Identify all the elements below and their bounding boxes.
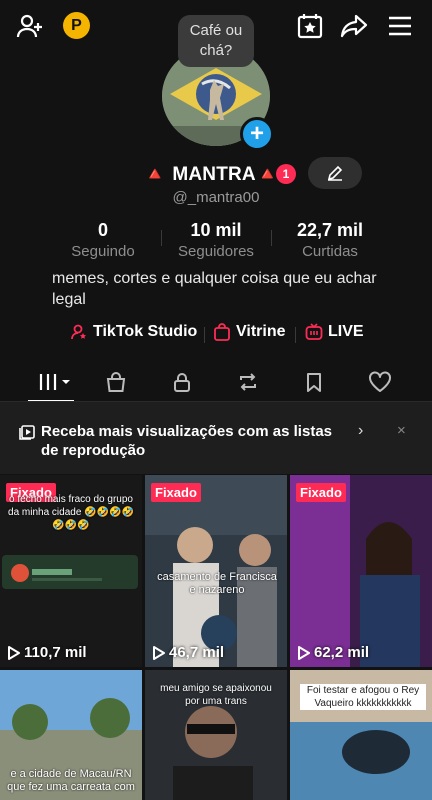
chevron-right-icon[interactable]: › xyxy=(358,422,363,440)
view-count-text: 62,2 mil xyxy=(314,644,370,661)
playlist-banner-text: Receba mais visualizações com as listas … xyxy=(41,423,332,459)
shop-bag-icon xyxy=(214,323,230,341)
video-caption: meu amigo se apaixonou por uma trans xyxy=(160,683,272,707)
display-name: 🔺 MANTRA🔺 xyxy=(143,164,280,185)
stat-value: 0 xyxy=(97,220,108,240)
link-divider xyxy=(295,327,296,343)
pencil-icon xyxy=(327,165,343,181)
profile-bio: memes, cortes e qualquer coisa que eu ac… xyxy=(52,270,377,308)
view-count-text: 110,7 mil xyxy=(24,644,87,661)
profile-links: TikTok Studio Vitrine LIVE xyxy=(0,323,432,347)
tab-videos-grid[interactable] xyxy=(34,366,74,398)
stat-label: Seguindo xyxy=(71,243,135,260)
video-thumbnail[interactable]: Fixado 62,2 mil xyxy=(290,475,432,667)
stat-following[interactable]: 0 Seguindo xyxy=(64,220,142,260)
link-divider xyxy=(204,327,205,343)
playlist-icon xyxy=(19,425,35,440)
tab-private[interactable] xyxy=(162,366,202,398)
bookmark-icon xyxy=(307,373,321,392)
tab-liked[interactable] xyxy=(360,366,400,398)
play-icon xyxy=(298,645,310,660)
username-handle: @_mantra00 xyxy=(172,189,260,206)
notification-badge[interactable]: 1 xyxy=(276,164,296,184)
content-tabs xyxy=(0,366,432,402)
share-icon[interactable] xyxy=(340,12,368,40)
tooltip-bubble[interactable]: Café ou chá? xyxy=(178,15,254,67)
video-caption: e a cidade de Macau/RN que fez uma carre… xyxy=(7,768,135,793)
tab-reposts[interactable] xyxy=(228,366,268,398)
stat-divider xyxy=(161,230,162,246)
stat-followers[interactable]: 10 mil Seguidores xyxy=(172,220,260,260)
repost-icon xyxy=(240,373,256,391)
heart-icon xyxy=(369,371,391,392)
stat-value: 22,7 mil xyxy=(296,220,364,240)
grid-icon xyxy=(39,374,70,390)
name-row: 🔺 MANTRA🔺 1 xyxy=(0,160,432,186)
live-link[interactable]: LIVE xyxy=(305,323,364,341)
video-thumbnail[interactable]: meu amigo se apaixonou por uma trans xyxy=(145,670,287,800)
view-count-text: 46,7 mil xyxy=(169,644,225,661)
video-thumbnail[interactable]: Fixado casamento de Francisca e nazareno… xyxy=(145,475,287,667)
live-label: LIVE xyxy=(328,323,364,340)
video-caption: o fecho mais fraco do grupo da minha cid… xyxy=(8,494,134,531)
video-grid: Fixado o fecho mais fraco do grupo da mi… xyxy=(0,475,432,800)
stat-value: 10 mil xyxy=(190,220,242,240)
tiktok-studio-link[interactable]: TikTok Studio xyxy=(70,323,197,341)
calendar-star-icon[interactable] xyxy=(296,12,324,40)
lock-icon xyxy=(174,373,190,392)
profile-stats: 0 Seguindo 10 mil Seguidores 22,7 mil Cu… xyxy=(0,220,432,260)
live-tv-icon xyxy=(305,323,323,340)
play-icon xyxy=(153,645,165,660)
hamburger-menu-icon[interactable] xyxy=(386,12,414,40)
video-caption: casamento de Francisca e nazareno xyxy=(157,571,277,596)
pinned-badge: Fixado xyxy=(296,483,346,502)
tiktok-studio-label: TikTok Studio xyxy=(93,323,198,340)
tab-saved[interactable] xyxy=(294,366,334,398)
close-icon[interactable]: × xyxy=(397,422,406,439)
tab-shop[interactable] xyxy=(96,366,136,398)
studio-icon xyxy=(71,324,86,340)
showcase-label: Vitrine xyxy=(236,323,286,340)
play-icon xyxy=(8,645,20,660)
showcase-link[interactable]: Vitrine xyxy=(213,323,286,341)
view-count: 62,2 mil xyxy=(297,644,369,661)
shopping-bag-icon xyxy=(106,372,126,392)
coin-icon[interactable]: P xyxy=(63,12,90,39)
person-plus-icon[interactable] xyxy=(16,12,44,40)
video-thumbnail[interactable]: Foi testar e afogou o Rey Vaqueiro kkkkk… xyxy=(290,670,432,800)
view-count: 46,7 mil xyxy=(152,644,224,661)
view-count: 110,7 mil xyxy=(7,644,87,661)
pinned-badge: Fixado xyxy=(151,483,201,502)
stat-likes[interactable]: 22,7 mil Curtidas xyxy=(288,220,372,260)
stat-label: Seguidores xyxy=(178,243,254,260)
edit-profile-button[interactable] xyxy=(308,157,362,189)
stat-label: Curtidas xyxy=(302,243,358,260)
add-avatar-button[interactable]: + xyxy=(240,117,274,151)
video-caption: Foi testar e afogou o Rey Vaqueiro kkkkk… xyxy=(300,684,426,710)
video-thumbnail[interactable]: e a cidade de Macau/RN que fez uma carre… xyxy=(0,670,142,800)
stat-divider xyxy=(271,230,272,246)
video-thumbnail[interactable]: Fixado o fecho mais fraco do grupo da mi… xyxy=(0,475,142,667)
playlist-banner[interactable]: Receba mais visualizações com as listas … xyxy=(0,402,432,474)
